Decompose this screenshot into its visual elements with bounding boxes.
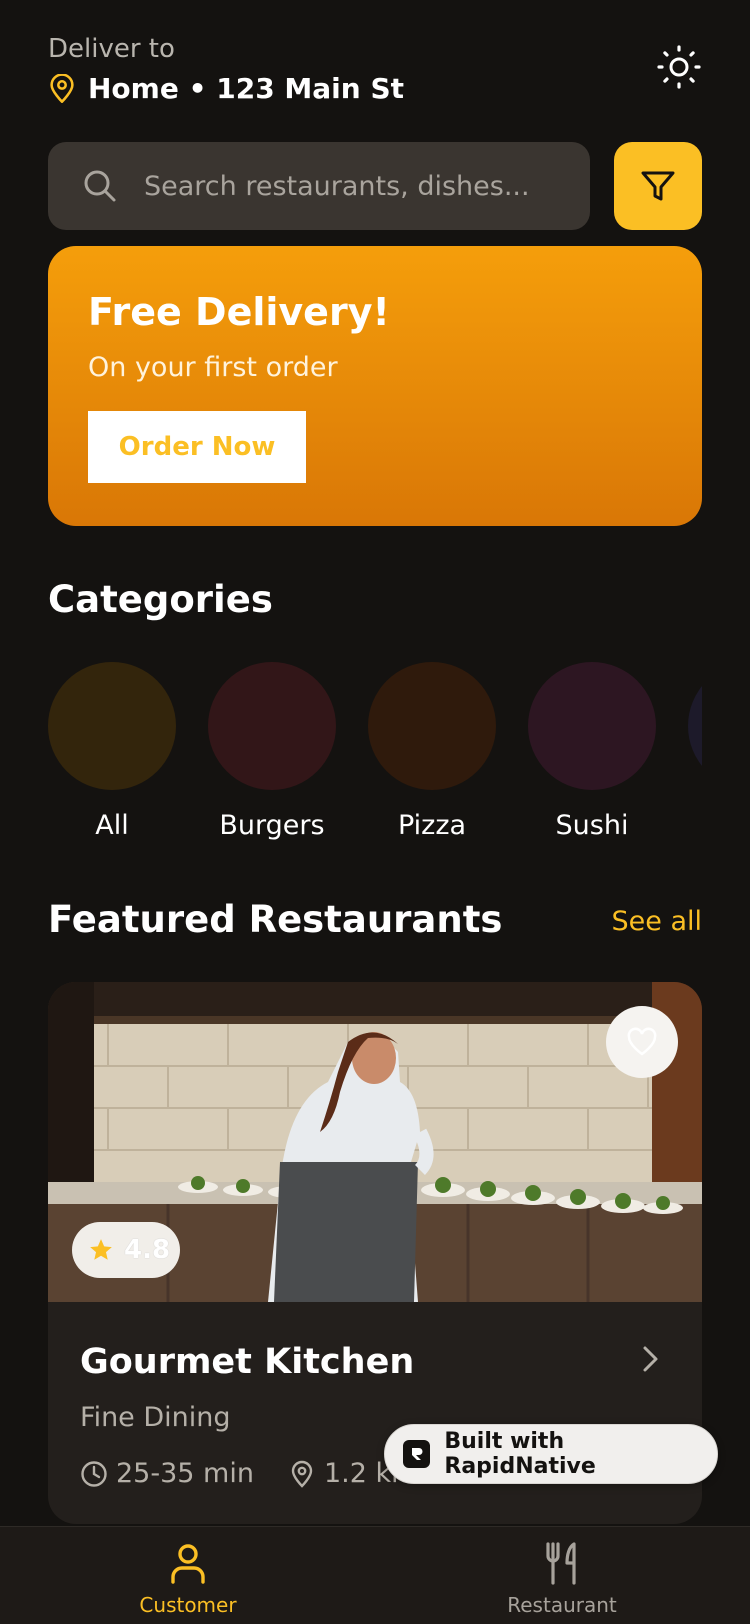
tab-label: Customer [139,1593,237,1617]
tab-label: Restaurant [507,1593,617,1617]
order-now-button[interactable]: Order Now [88,411,306,483]
see-all-link[interactable]: See all [612,906,703,937]
star-icon [90,1239,112,1260]
category-pizza[interactable]: Pizza [368,662,496,841]
bottom-tab-bar: Customer Restaurant [0,1526,750,1624]
favorite-button[interactable] [606,1006,678,1078]
category-more[interactable] [688,662,702,790]
rapidnative-logo-icon [403,1440,431,1468]
promo-title: Free Delivery! [88,290,390,334]
category-label: All [95,810,129,841]
category-icon [208,662,336,790]
chevron-right-icon[interactable] [638,1344,662,1374]
category-icon [688,662,702,790]
restaurant-name: Gourmet Kitchen [80,1342,415,1382]
category-label: Sushi [555,810,629,841]
category-label: Burgers [219,810,325,841]
category-icon [368,662,496,790]
deliver-to-label: Deliver to [48,34,175,64]
clock-icon [81,1460,107,1487]
categories-title: Categories [48,578,273,621]
restaurant-cuisine: Fine Dining [80,1402,231,1433]
category-icon [528,662,656,790]
delivery-time: 25-35 min [116,1458,254,1489]
category-icon [48,662,176,790]
category-all[interactable]: All [48,662,176,841]
map-pin-icon [50,73,74,103]
rating-value: 4.8 [124,1235,171,1265]
promo-banner: Free Delivery! On your first order Order… [48,246,702,526]
location-icon [291,1460,313,1488]
restaurant-meta: 25-35 min 1.2 km [80,1458,417,1489]
featured-title: Featured Restaurants [48,898,503,941]
tab-customer[interactable]: Customer [88,1541,288,1617]
promo-subtitle: On your first order [88,352,338,383]
filter-icon [641,171,675,201]
search-icon [84,170,116,202]
search-placeholder: Search restaurants, dishes... [144,170,530,202]
restaurant-image: 4.8 [48,982,702,1302]
search-row: Search restaurants, dishes... [48,142,702,230]
address-selector[interactable]: Home • 123 Main St [48,72,702,105]
sun-icon[interactable] [656,44,702,90]
built-with-badge[interactable]: Built with RapidNative [384,1424,718,1484]
rating-badge: 4.8 [72,1222,180,1278]
fork-knife-icon [546,1542,576,1585]
tab-restaurant[interactable]: Restaurant [462,1541,662,1617]
delivery-address: Home • 123 Main St [88,72,405,105]
category-burgers[interactable]: Burgers [208,662,336,841]
heart-icon [627,1027,657,1056]
category-sushi[interactable]: Sushi [528,662,656,841]
user-icon [171,1544,205,1584]
search-input[interactable]: Search restaurants, dishes... [48,142,590,230]
built-with-label: Built with RapidNative [444,1429,596,1479]
categories-list: All Burgers Pizza Sushi [48,662,702,852]
delivery-header: Deliver to Home • 123 Main St [48,34,702,114]
category-label: Pizza [397,810,467,841]
filter-button[interactable] [614,142,702,230]
